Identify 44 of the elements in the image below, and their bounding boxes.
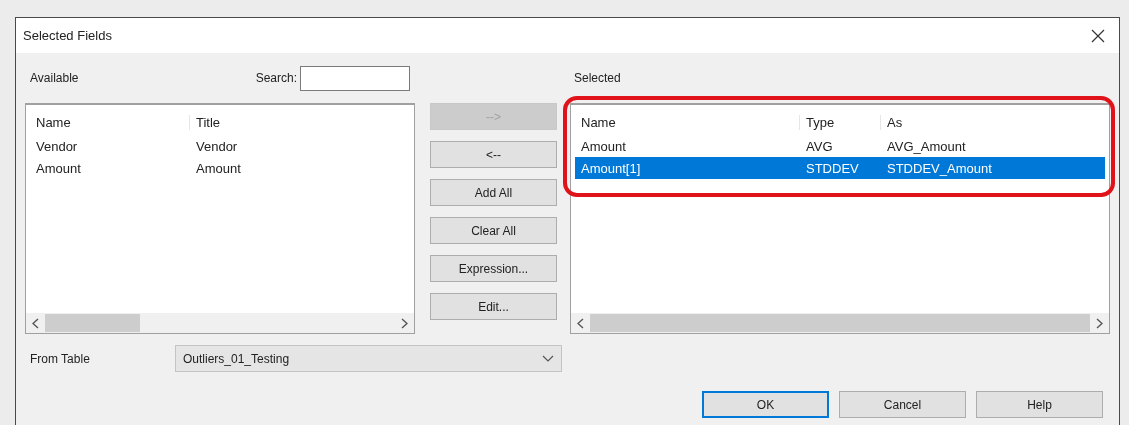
list-row[interactable]: Amount[1] STDDEV STDDEV_Amount <box>575 157 1105 179</box>
list-row[interactable]: Amount AVG AVG_Amount <box>575 135 1105 157</box>
move-button[interactable]: Clear All <box>430 217 557 244</box>
list-cell-text: AVG <box>805 138 834 154</box>
column-header[interactable]: As <box>881 114 903 130</box>
move-button[interactable]: Expression... <box>430 255 557 282</box>
list-cell-text: Amount[1] <box>580 160 642 176</box>
scroll-thumb[interactable] <box>590 314 1090 332</box>
close-icon[interactable] <box>1091 28 1105 43</box>
list-cell-text: Vendor <box>195 138 238 154</box>
table-dropdown[interactable]: Outliers_01_Testing <box>175 345 562 372</box>
selected-list[interactable]: Name Type As Amount AVG AVG_Amount Amount[1] STDDEV STDDEV_Amount <box>570 103 1110 334</box>
dialog-button[interactable]: Help <box>976 391 1103 418</box>
move-button[interactable]: Add All <box>430 179 557 206</box>
list-cell-text: AVG_Amount <box>886 138 966 154</box>
list-cell-text: Vendor <box>35 138 79 154</box>
from-table-label: From Table <box>30 351 91 366</box>
scroll-thumb[interactable] <box>45 314 140 332</box>
column-header[interactable]: Title <box>190 114 221 130</box>
search-field[interactable] <box>300 65 410 91</box>
chevron-left-icon[interactable] <box>32 317 39 329</box>
search-label: Search: <box>255 71 297 85</box>
dialog-button[interactable]: OK <box>702 391 829 418</box>
dialog-button[interactable]: Cancel <box>839 391 966 418</box>
list-cell-text: STDDEV_Amount <box>886 160 992 176</box>
column-header[interactable]: Name <box>30 114 190 130</box>
move-button[interactable]: <-- <box>430 141 557 168</box>
move-button[interactable]: Edit... <box>430 293 557 320</box>
list-cell-text: STDDEV <box>805 160 860 176</box>
list-cell-text: Amount <box>580 138 627 154</box>
chevron-down-icon <box>542 355 554 362</box>
horizontal-scrollbar[interactable] <box>26 313 414 333</box>
chevron-left-icon[interactable] <box>577 317 584 329</box>
list-cell-text: Amount <box>35 160 82 176</box>
available-label: Available <box>30 71 79 85</box>
column-header[interactable]: Type <box>800 114 881 130</box>
selected-label: Selected <box>574 71 621 85</box>
available-list[interactable]: Name Title Vendor Vendor Amount Amount <box>25 103 415 334</box>
column-header[interactable]: Name <box>575 114 800 130</box>
horizontal-scrollbar[interactable] <box>571 313 1109 333</box>
chevron-right-icon[interactable] <box>1096 317 1103 329</box>
chevron-right-icon[interactable] <box>401 317 408 329</box>
window-title: Selected Fields <box>23 28 112 43</box>
list-cell-text: Amount <box>195 160 241 176</box>
